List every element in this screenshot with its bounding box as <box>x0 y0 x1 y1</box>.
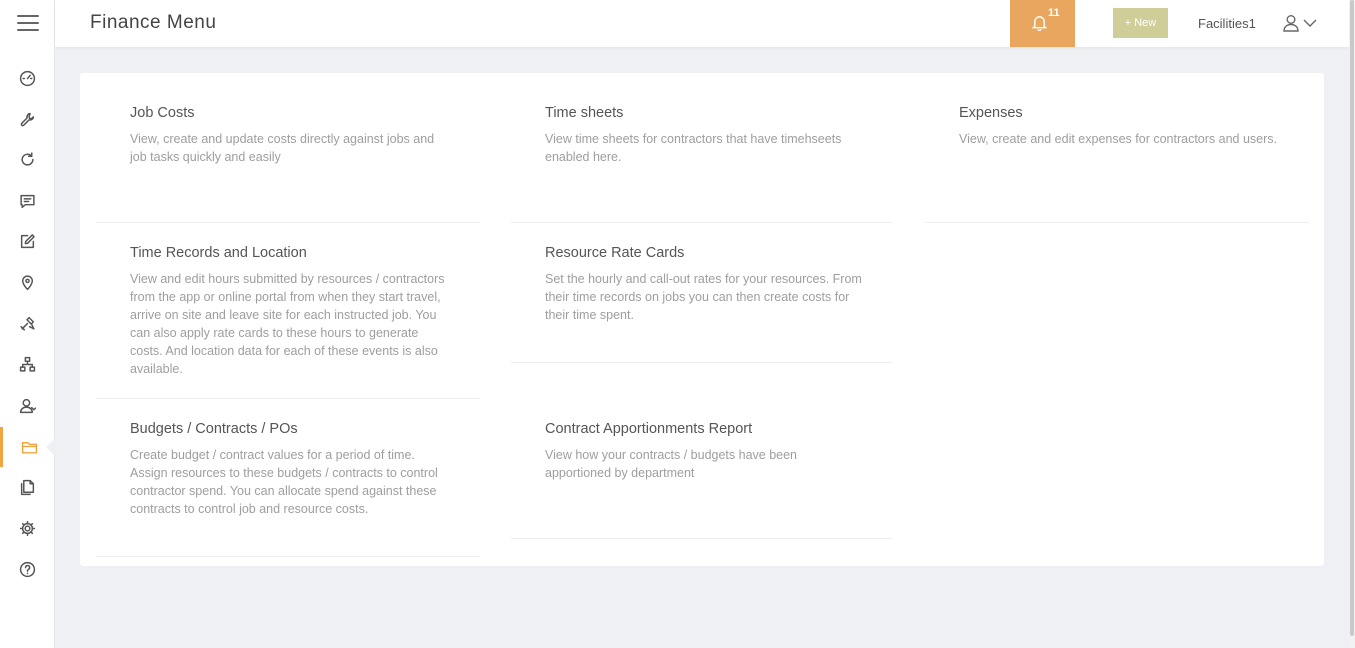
sidebar-item-documents[interactable] <box>0 467 55 507</box>
menu-card-job-costs[interactable]: Job Costs View, create and update costs … <box>96 73 480 223</box>
menu-card-title: Budgets / Contracts / POs <box>130 421 298 437</box>
folder-icon <box>21 441 37 454</box>
sidebar-item-finance[interactable] <box>0 427 56 467</box>
top-bar: Finance Menu 11 + New Facilities1 <box>55 0 1355 47</box>
hierarchy-icon <box>19 356 36 372</box>
notifications-count-badge: 11 <box>1048 7 1060 19</box>
edit-icon <box>20 233 35 248</box>
sidebar-item-messages[interactable] <box>0 181 55 221</box>
new-button[interactable]: + New <box>1113 8 1168 38</box>
sidebar-item-ppm[interactable] <box>0 139 55 179</box>
notifications-button[interactable]: 11 <box>1010 0 1075 47</box>
menu-card-title: Resource Rate Cards <box>545 245 685 261</box>
sidebar-item-contractors[interactable] <box>0 385 55 425</box>
refresh-icon <box>21 151 34 166</box>
menu-card-description: Set the hourly and call-out rates for yo… <box>545 272 862 322</box>
user-name[interactable]: Facilities1 <box>1198 16 1256 31</box>
chevron-down-icon[interactable] <box>1302 16 1318 30</box>
menu-card-description: View time sheets for contractors that ha… <box>545 132 842 164</box>
dashboard-icon <box>19 70 36 86</box>
menu-card-title: Contract Apportionments Report <box>545 421 753 437</box>
menu-card-description: Create budget / contract values for a pe… <box>130 448 438 516</box>
sidebar-item-help[interactable] <box>0 549 55 589</box>
menu-card-description: View, create and update costs directly a… <box>130 132 435 164</box>
contractor-icon <box>19 398 36 413</box>
sidebar-item-settings[interactable] <box>0 508 55 548</box>
wrench-icon <box>20 112 35 126</box>
menu-card-resource-rate-cards[interactable]: Resource Rate Cards Set the hourly and c… <box>511 223 892 363</box>
hamburger-menu-icon[interactable] <box>17 15 39 35</box>
help-icon <box>19 561 36 577</box>
location-pin-icon <box>21 274 34 290</box>
tools-icon <box>20 316 35 331</box>
menu-card-title: Time Records and Location <box>130 245 307 261</box>
menu-card-contract-apportionments-report[interactable]: Contract Apportionments Report View how … <box>511 399 892 539</box>
menu-card-title: Expenses <box>959 105 1023 121</box>
documents-icon <box>20 479 35 495</box>
page-title: Finance Menu <box>90 12 217 33</box>
page-scrollbar[interactable] <box>1349 0 1355 648</box>
finance-menu-panel: Job Costs View, create and update costs … <box>80 73 1324 566</box>
gear-icon <box>19 520 36 536</box>
menu-card-time-records-and-location[interactable]: Time Records and Location View and edit … <box>96 223 480 399</box>
menu-card-expenses[interactable]: Expenses View, create and edit expenses … <box>925 73 1309 223</box>
menu-card-budgets-contracts-pos[interactable]: Budgets / Contracts / POs Create budget … <box>96 399 480 557</box>
sidebar-item-forms[interactable] <box>0 221 55 261</box>
sidebar-item-dashboard[interactable] <box>0 58 55 98</box>
menu-card-description: View, create and edit expenses for contr… <box>959 132 1278 146</box>
menu-card-title: Time sheets <box>545 105 624 121</box>
bell-icon <box>1032 16 1047 31</box>
sidebar-item-locations[interactable] <box>0 262 55 302</box>
sidebar <box>0 0 56 648</box>
menu-card-description: View and edit hours submitted by resourc… <box>130 272 445 376</box>
menu-card-time-sheets[interactable]: Time sheets View time sheets for contrac… <box>511 73 892 223</box>
sidebar-item-assets[interactable] <box>0 303 55 343</box>
menu-card-description: View how your contracts / budgets have b… <box>545 448 798 480</box>
user-avatar-icon[interactable] <box>1283 14 1299 32</box>
menu-card-title: Job Costs <box>130 105 195 121</box>
scrollbar-thumb[interactable] <box>1350 0 1354 636</box>
message-icon <box>20 194 35 208</box>
sidebar-item-structure[interactable] <box>0 344 55 384</box>
sidebar-item-jobs[interactable] <box>0 99 55 139</box>
